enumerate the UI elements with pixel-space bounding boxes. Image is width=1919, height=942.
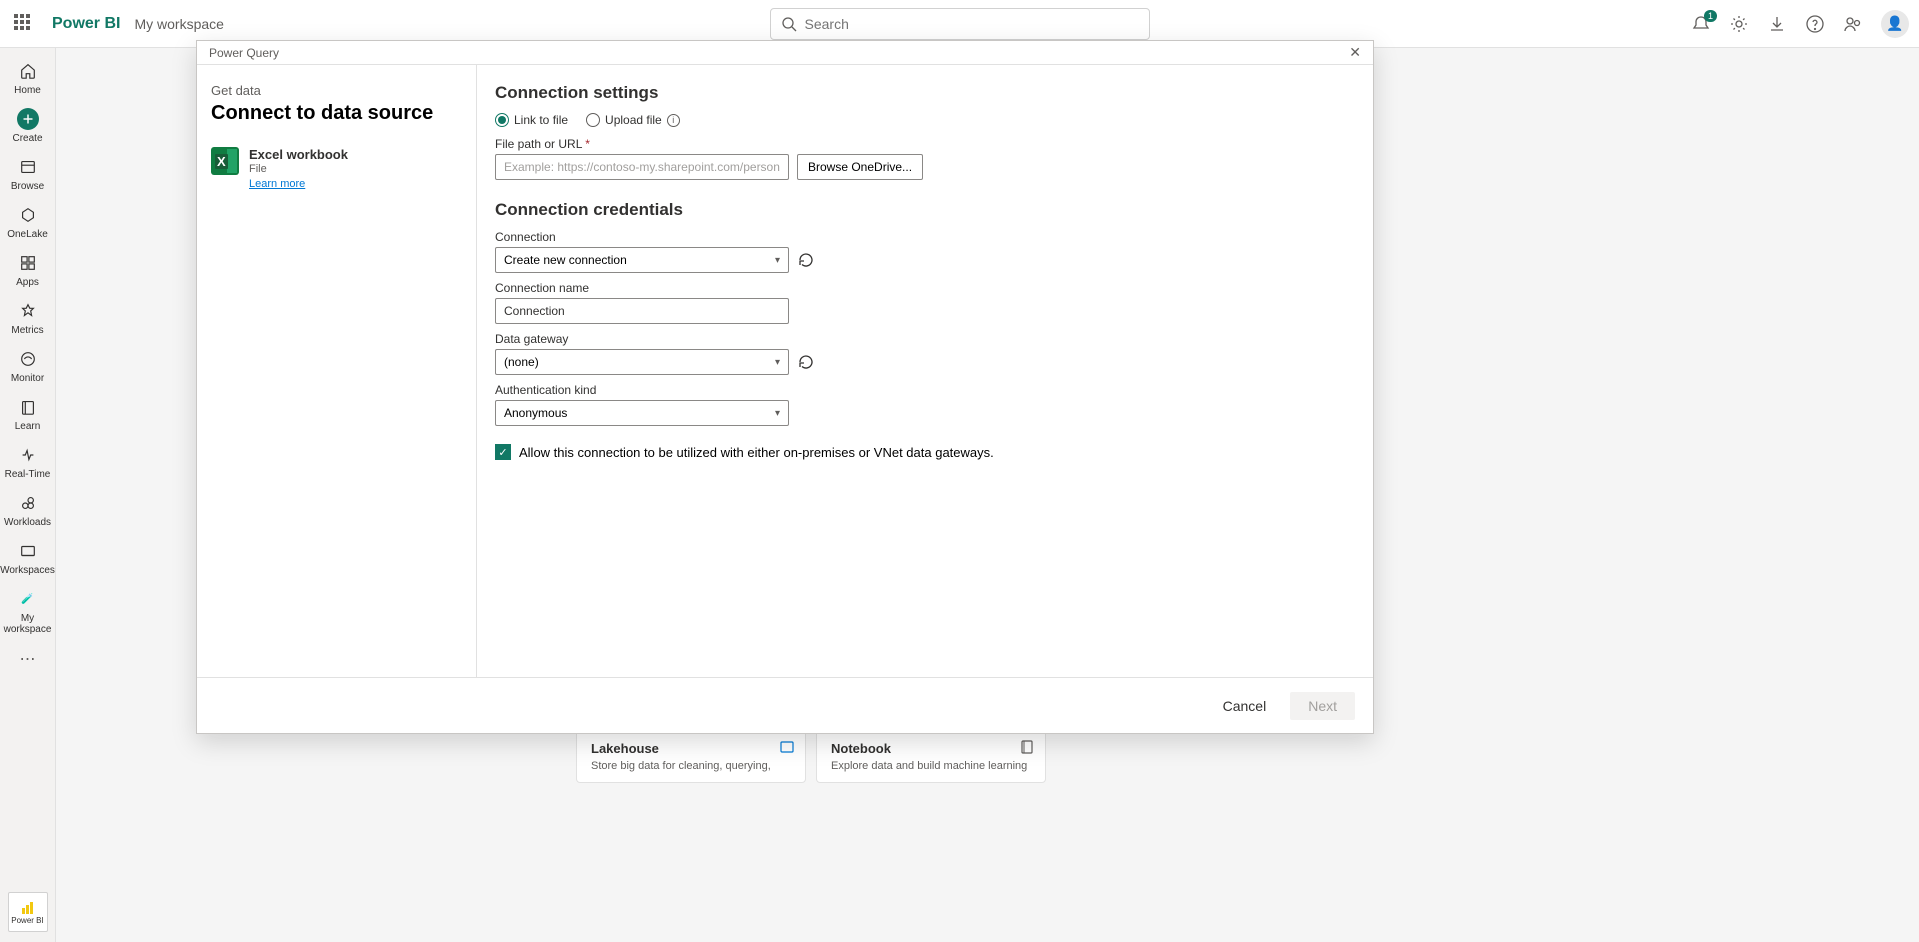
dialog-titlebar: Power Query ✕ — [197, 41, 1373, 65]
checkbox-checked-icon: ✓ — [495, 444, 511, 460]
refresh-icon[interactable] — [797, 353, 815, 371]
learn-more-link[interactable]: Learn more — [249, 178, 348, 190]
allow-gateway-label: Allow this connection to be utilized wit… — [519, 445, 994, 460]
nav-workspaces[interactable]: Workspaces — [0, 534, 56, 582]
allow-gateway-checkbox-row[interactable]: ✓ Allow this connection to be utilized w… — [495, 444, 1355, 460]
auth-kind-select[interactable]: Anonymous ▾ — [495, 400, 789, 426]
search-icon — [781, 16, 797, 32]
breadcrumb: Get data — [211, 83, 462, 98]
topbar-right: 1 👤 — [1691, 10, 1909, 38]
nav-realtime[interactable]: Real-Time — [0, 438, 56, 486]
nav-onelake[interactable]: OneLake — [0, 198, 56, 246]
brand-label[interactable]: Power BI — [52, 15, 120, 33]
connection-settings-heading: Connection settings — [495, 83, 1355, 103]
workspace-breadcrumb[interactable]: My workspace — [134, 16, 223, 32]
chevron-down-icon: ▾ — [775, 357, 780, 368]
gateway-label: Data gateway — [495, 332, 1355, 346]
nav-workloads[interactable]: Workloads — [0, 486, 56, 534]
powerbi-tile[interactable]: Power BI — [8, 892, 48, 932]
auth-kind-label: Authentication kind — [495, 383, 1355, 397]
cancel-button[interactable]: Cancel — [1211, 692, 1279, 720]
realtime-icon — [17, 444, 39, 466]
next-button[interactable]: Next — [1290, 692, 1355, 720]
nav-create[interactable]: Create — [0, 102, 56, 150]
search-input[interactable] — [805, 16, 1139, 32]
nav-browse[interactable]: Browse — [0, 150, 56, 198]
source-type: File — [249, 163, 348, 175]
nav-home[interactable]: Home — [0, 54, 56, 102]
radio-upload-file[interactable]: Upload file i — [586, 113, 680, 127]
dialog-right-panel: Connection settings Link to file Upload … — [477, 65, 1373, 677]
powerbi-icon — [20, 900, 36, 916]
file-path-input[interactable] — [495, 154, 789, 180]
nav-metrics[interactable]: Metrics — [0, 294, 56, 342]
bg-card-notebook[interactable]: Notebook Explore data and build machine … — [816, 730, 1046, 783]
avatar[interactable]: 👤 — [1881, 10, 1909, 38]
settings-icon[interactable] — [1729, 14, 1749, 34]
app-launcher-icon[interactable] — [14, 14, 34, 34]
metrics-icon — [17, 300, 39, 322]
radio-selected-icon — [495, 113, 509, 127]
radio-unselected-icon — [586, 113, 600, 127]
workloads-icon — [17, 492, 39, 514]
create-icon — [17, 108, 39, 130]
source-name: Excel workbook — [249, 147, 348, 162]
onelake-icon — [17, 204, 39, 226]
notebook-icon — [1019, 739, 1035, 755]
nav-apps[interactable]: Apps — [0, 246, 56, 294]
refresh-icon[interactable] — [797, 251, 815, 269]
info-icon[interactable]: i — [667, 114, 680, 127]
nav-bottom: Power BI — [0, 886, 55, 932]
connection-label: Connection — [495, 230, 1355, 244]
file-path-label: File path or URL * — [495, 137, 1355, 151]
connection-select[interactable]: Create new connection ▾ — [495, 247, 789, 273]
chevron-down-icon: ▾ — [775, 408, 780, 419]
home-icon — [17, 60, 39, 82]
nav-more[interactable]: ⋯ — [20, 641, 36, 677]
dialog-left-panel: Get data Connect to data source Excel wo… — [197, 65, 477, 677]
nav-monitor[interactable]: Monitor — [0, 342, 56, 390]
chevron-down-icon: ▾ — [775, 255, 780, 266]
my-workspace-icon: 🧪 — [17, 588, 39, 610]
connection-name-label: Connection name — [495, 281, 1355, 295]
browse-icon — [17, 156, 39, 178]
apps-icon — [17, 252, 39, 274]
left-nav: Home Create Browse OneLake Apps Metrics … — [0, 48, 56, 942]
dialog-title: Power Query — [209, 46, 279, 60]
monitor-icon — [17, 348, 39, 370]
nav-learn[interactable]: Learn — [0, 390, 56, 438]
download-icon[interactable] — [1767, 14, 1787, 34]
lakehouse-icon — [779, 739, 795, 755]
bg-card-lakehouse[interactable]: Lakehouse Store big data for cleaning, q… — [576, 730, 806, 783]
learn-icon — [17, 396, 39, 418]
browse-onedrive-button[interactable]: Browse OneDrive... — [797, 154, 923, 180]
notification-badge: 1 — [1704, 10, 1717, 22]
connection-credentials-heading: Connection credentials — [495, 200, 1355, 220]
workspaces-icon — [17, 540, 39, 562]
gateway-select[interactable]: (none) ▾ — [495, 349, 789, 375]
account-manager-icon[interactable] — [1843, 14, 1863, 34]
power-query-dialog: Power Query ✕ Get data Connect to data s… — [196, 40, 1374, 734]
close-icon[interactable]: ✕ — [1349, 44, 1361, 61]
connection-name-input[interactable] — [495, 298, 789, 324]
dialog-heading: Connect to data source — [211, 102, 462, 125]
help-icon[interactable] — [1805, 14, 1825, 34]
radio-link-to-file[interactable]: Link to file — [495, 113, 568, 127]
link-mode-radio-group: Link to file Upload file i — [495, 113, 1355, 127]
notifications-icon[interactable]: 1 — [1691, 14, 1711, 34]
data-source-item: Excel workbook File Learn more — [211, 147, 462, 190]
nav-my-workspace[interactable]: 🧪 My workspace — [0, 582, 56, 641]
search-box[interactable] — [770, 8, 1150, 40]
excel-icon — [211, 147, 239, 175]
dialog-footer: Cancel Next — [197, 677, 1373, 733]
